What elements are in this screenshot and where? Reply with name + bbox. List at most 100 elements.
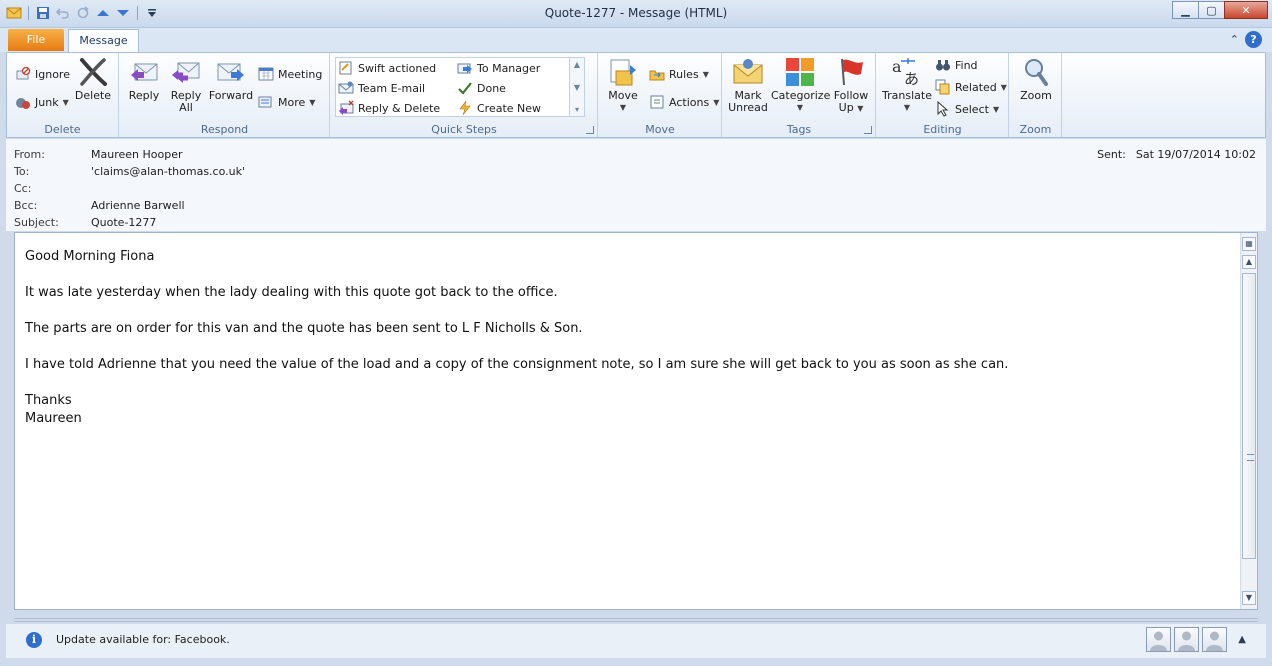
quick-step-team-email[interactable]: Team E-mail bbox=[338, 79, 425, 97]
bcc-label: Bcc: bbox=[14, 199, 38, 212]
zoom-button[interactable]: Zoom bbox=[1014, 57, 1058, 102]
avatar[interactable] bbox=[1146, 627, 1172, 652]
paragraph-3: I have told Adrienne that you need the v… bbox=[25, 357, 1009, 372]
forward-label: Forward bbox=[208, 89, 254, 102]
cc-label: Cc: bbox=[14, 182, 32, 195]
subject-value: Quote-1277 bbox=[91, 216, 157, 229]
message-text: Good Morning Fiona It was late yesterday… bbox=[25, 248, 1225, 428]
scroll-down-icon[interactable]: ▼ bbox=[1242, 591, 1256, 605]
categorize-button[interactable]: Categorize ▼ bbox=[771, 57, 830, 114]
quick-step-label: Create New bbox=[477, 101, 542, 115]
delete-label: Delete bbox=[74, 89, 112, 102]
chevron-down-icon: ▼ bbox=[992, 104, 1000, 114]
follow-up-button[interactable]: Follow Up ▼ bbox=[831, 57, 871, 115]
actions-button[interactable]: Actions ▼ bbox=[649, 93, 719, 111]
group-delete: Ignore Junk ▼ Delete Delete bbox=[7, 53, 119, 137]
minimize-button[interactable]: ▁ bbox=[1172, 1, 1199, 19]
group-quick-steps: Swift actioned Team E-mail Reply & Delet… bbox=[331, 53, 598, 137]
help-icon[interactable]: ? bbox=[1245, 31, 1262, 48]
to-label: To: bbox=[14, 165, 30, 178]
more-button[interactable]: More ▼ bbox=[258, 93, 315, 111]
mark-unread-button[interactable]: Mark Unread bbox=[725, 57, 771, 114]
ignore-icon bbox=[15, 66, 31, 82]
tab-message[interactable]: Message bbox=[68, 29, 139, 52]
greeting: Good Morning Fiona bbox=[25, 249, 155, 264]
signature: Maureen bbox=[25, 411, 82, 426]
rules-icon bbox=[649, 66, 665, 82]
sent-value: Sat 19/07/2014 10:02 bbox=[1135, 148, 1256, 161]
group-editing: aあ Translate ▼ Find Related ▼ Select ▼ E… bbox=[877, 53, 1009, 137]
info-icon: i bbox=[26, 632, 42, 648]
expand-people-pane-icon[interactable]: ▲ bbox=[1238, 634, 1246, 645]
quick-step-swift-actioned[interactable]: Swift actioned bbox=[338, 59, 436, 77]
quick-step-reply-delete[interactable]: Reply & Delete bbox=[338, 99, 440, 117]
scroll-up-icon[interactable]: ▲ bbox=[1242, 255, 1256, 269]
svg-text:あ: あ bbox=[904, 70, 919, 87]
junk-label: Junk bbox=[35, 95, 59, 109]
reply-delete-icon bbox=[338, 100, 354, 116]
quick-step-label: Reply & Delete bbox=[358, 101, 441, 115]
gallery-expand-icon[interactable]: ▾ bbox=[575, 105, 579, 114]
quick-steps-scroll[interactable]: ▲ ▼ ▾ bbox=[569, 58, 584, 116]
rules-button[interactable]: Rules ▼ bbox=[649, 65, 709, 83]
junk-button[interactable]: Junk ▼ bbox=[15, 93, 69, 111]
quick-step-done[interactable]: Done bbox=[457, 79, 506, 97]
meeting-button[interactable]: Meeting bbox=[258, 65, 322, 83]
chevron-down-icon[interactable]: ▼ bbox=[574, 83, 580, 92]
to-value[interactable]: 'claims@alan-thomas.co.uk' bbox=[91, 165, 245, 182]
quick-step-label: To Manager bbox=[477, 61, 541, 75]
tab-file[interactable]: File bbox=[8, 29, 64, 51]
scroll-thumb[interactable] bbox=[1242, 273, 1256, 559]
categorize-icon bbox=[784, 57, 816, 87]
maximize-button[interactable]: ▢ bbox=[1198, 1, 1225, 19]
meeting-label: Meeting bbox=[278, 67, 323, 81]
binoculars-icon bbox=[935, 57, 951, 73]
delete-x-icon bbox=[77, 57, 109, 87]
dialog-launcher-icon[interactable] bbox=[586, 126, 594, 134]
swift-actioned-icon bbox=[338, 60, 354, 76]
group-label-quick-steps: Quick Steps bbox=[431, 123, 497, 136]
update-notice[interactable]: Update available for: Facebook. bbox=[56, 633, 230, 646]
closing: Thanks bbox=[25, 393, 72, 408]
envelope-icon bbox=[732, 57, 764, 87]
rules-label: Rules bbox=[669, 67, 699, 81]
people-pane-splitter[interactable] bbox=[14, 618, 1258, 622]
quick-step-create-new[interactable]: Create New bbox=[457, 99, 541, 117]
actions-label: Actions bbox=[669, 95, 710, 109]
from-value[interactable]: Maureen Hooper bbox=[91, 148, 183, 165]
lightning-icon bbox=[457, 100, 473, 116]
avatar[interactable] bbox=[1202, 627, 1228, 652]
close-button[interactable]: ✕ bbox=[1224, 1, 1268, 19]
avatar[interactable] bbox=[1174, 627, 1200, 652]
reply-all-label-line2: All bbox=[179, 101, 193, 114]
follow-up-label-line2: Up bbox=[838, 101, 854, 114]
ribbon: Ignore Junk ▼ Delete Delete Reply Reply … bbox=[6, 52, 1266, 138]
header-to: To: 'claims@alan-thomas.co.uk' bbox=[14, 165, 245, 182]
find-button[interactable]: Find bbox=[935, 56, 978, 74]
quick-step-to-manager[interactable]: To Manager bbox=[457, 59, 540, 77]
reply-all-button[interactable]: Reply All bbox=[168, 57, 204, 114]
checkmark-icon bbox=[457, 80, 473, 96]
chevron-up-icon[interactable]: ▲ bbox=[574, 60, 580, 69]
vertical-scrollbar[interactable]: ▦ ▲ ▼ bbox=[1240, 233, 1257, 609]
dialog-launcher-icon[interactable] bbox=[864, 126, 872, 134]
group-label-editing: Editing bbox=[923, 123, 962, 136]
delete-button[interactable]: Delete bbox=[73, 57, 113, 102]
ignore-label: Ignore bbox=[35, 67, 70, 81]
ignore-button[interactable]: Ignore bbox=[15, 65, 70, 83]
more-label: More bbox=[278, 95, 306, 109]
reply-button[interactable]: Reply bbox=[126, 57, 162, 102]
forward-button[interactable]: Forward bbox=[208, 57, 254, 102]
calendar-icon bbox=[258, 66, 274, 82]
group-zoom: Zoom Zoom bbox=[1010, 53, 1062, 137]
view-options-icon[interactable]: ▦ bbox=[1242, 237, 1256, 251]
bcc-value[interactable]: Adrienne Barwell bbox=[91, 199, 185, 216]
related-icon bbox=[935, 79, 951, 95]
select-button[interactable]: Select ▼ bbox=[935, 100, 999, 118]
translate-button[interactable]: aあ Translate ▼ bbox=[881, 57, 933, 114]
related-button[interactable]: Related ▼ bbox=[935, 78, 1007, 96]
move-button[interactable]: Move ▼ bbox=[605, 57, 641, 114]
minimize-ribbon-icon[interactable]: ⌃ bbox=[1230, 33, 1239, 46]
message-body[interactable]: Good Morning Fiona It was late yesterday… bbox=[14, 232, 1258, 610]
quick-steps-gallery: Swift actioned Team E-mail Reply & Delet… bbox=[335, 57, 585, 117]
